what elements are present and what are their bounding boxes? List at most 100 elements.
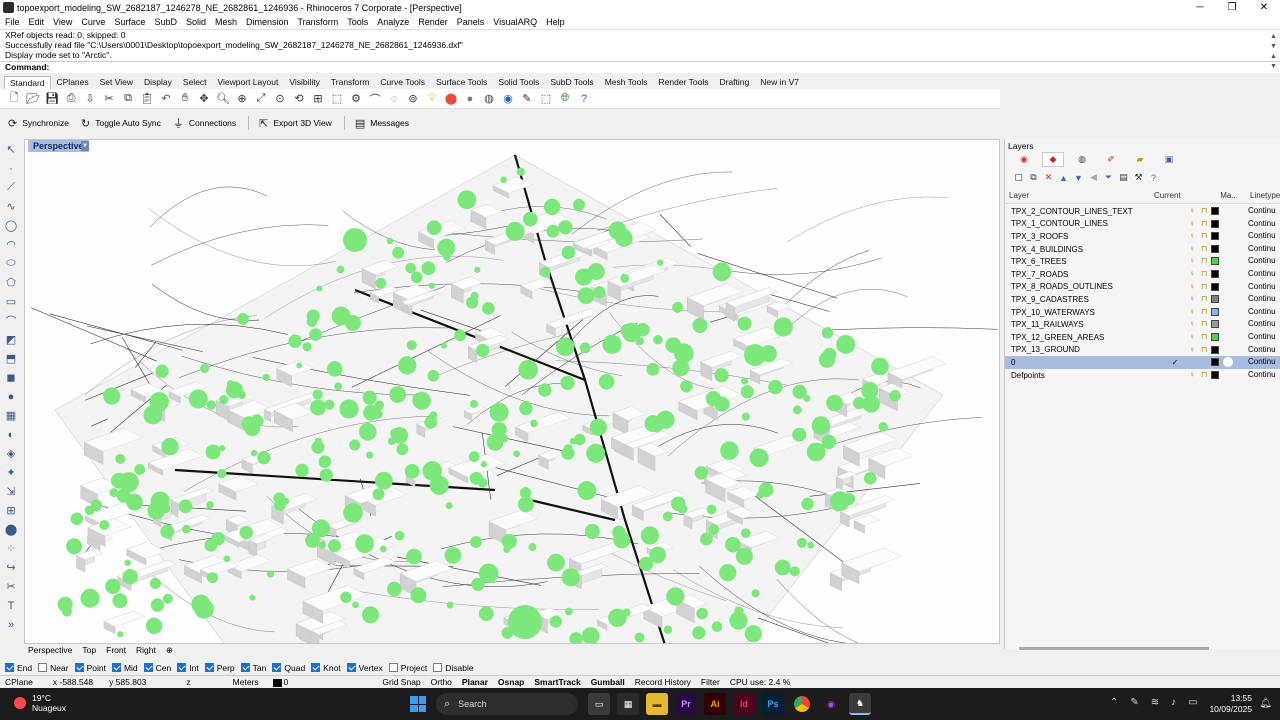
checkbox-icon[interactable] (74, 663, 84, 672)
select-arrow-icon[interactable]: ↖ (0, 140, 22, 159)
undo-view-icon[interactable]: ⟲ (291, 91, 307, 107)
checkbox-icon[interactable] (433, 663, 443, 672)
tab-visibility[interactable]: Visibility (284, 76, 325, 88)
lightbulb-icon[interactable]: ♀ (1189, 294, 1195, 303)
layer-row[interactable]: TPX_3_ROOFS ♀ ⊓ Continu (1005, 230, 1280, 243)
lightbulb-icon[interactable]: ♀ (1189, 307, 1195, 316)
tab-surface-tools[interactable]: Surface Tools (431, 76, 492, 88)
toggle-osnap[interactable]: Osnap (493, 677, 529, 687)
tab-perspective[interactable]: Perspective (28, 645, 72, 655)
move-up-icon[interactable]: ▲ (1058, 172, 1069, 183)
lightbulb-icon[interactable]: ♀ (1189, 244, 1195, 253)
lightbulb-icon[interactable]: ♀ (1189, 332, 1195, 341)
mesh-icon[interactable]: ▦ (0, 406, 22, 425)
layer-name[interactable]: TPX_2_CONTOUR_LINES_TEXT (1005, 207, 1165, 216)
save-icon[interactable]: 💾︎ (44, 91, 60, 107)
hide-objects-icon[interactable]: ⌒ (367, 91, 383, 107)
show-objects-icon[interactable]: ⊚ (405, 91, 421, 107)
lightbulb-icon[interactable]: ♀ (1189, 345, 1195, 354)
layers-tab-icon[interactable]: ◆ (1042, 152, 1064, 167)
box-icon[interactable]: ◼ (0, 368, 22, 387)
layer-name[interactable]: Defpoints (1005, 371, 1165, 380)
menu-file[interactable]: File (5, 17, 20, 27)
transform-icon[interactable]: ⇲ (0, 482, 22, 501)
new-layer-icon[interactable]: ▢ (1013, 172, 1024, 183)
photoshop-icon[interactable]: Ps (762, 693, 784, 715)
menu-solid[interactable]: Solid (186, 17, 206, 27)
maximize-button[interactable]: ❐ (1216, 0, 1248, 15)
layer-name[interactable]: 0 (1005, 358, 1165, 367)
layer-row[interactable]: TPX_6_TREES ♀ ⊓ Continu (1005, 255, 1280, 268)
color-wheel-icon[interactable]: ⬤ (443, 91, 459, 107)
file-explorer-icon[interactable]: ▬ (646, 693, 668, 715)
four-viewports-icon[interactable]: ⊞ (310, 91, 326, 107)
layers-horizontal-scrollbar[interactable] (1019, 647, 1209, 650)
osnap-int[interactable]: Int (177, 663, 199, 673)
arc-icon[interactable]: ◠ (0, 235, 22, 254)
open-file-icon[interactable]: 📂︎ (25, 91, 41, 107)
layer-linetype[interactable]: Continu (1248, 356, 1276, 369)
close-button[interactable]: ✕ (1248, 0, 1280, 15)
command-scrollbar[interactable]: ▲ ▼ ▲ ▼ (1270, 32, 1278, 72)
volume-icon[interactable]: ♪ (1171, 697, 1176, 708)
osnap-vertex[interactable]: Vertex (346, 663, 383, 673)
menu-surface[interactable]: Surface (114, 17, 145, 27)
material-sphere-icon[interactable]: ◉ (500, 91, 516, 107)
battery-icon[interactable]: ▭ (1188, 697, 1197, 708)
properties-tab-icon[interactable]: ◉ (1013, 152, 1035, 167)
layer-row[interactable]: Defpoints ♀ ⊓ Continu (1005, 369, 1280, 382)
dots-icon[interactable]: ⁘ (0, 539, 22, 558)
command-prompt[interactable]: Command: (0, 61, 1280, 72)
chevron-up-icon[interactable]: ⌃ (1110, 697, 1118, 708)
layer-linetype[interactable]: Continu (1248, 318, 1276, 331)
fillet-icon[interactable]: ⌒ (0, 311, 22, 330)
tab-new-in-v7[interactable]: New in V7 (755, 76, 804, 88)
checkbox-icon[interactable] (204, 663, 214, 672)
add-viewport-tab[interactable]: ⊕ (166, 645, 173, 656)
menu-panels[interactable]: Panels (457, 17, 485, 27)
rotate-view-icon[interactable]: ✥ (196, 91, 212, 107)
curve-icon[interactable]: ∿ (0, 197, 22, 216)
osnap-knot[interactable]: Knot (311, 663, 341, 673)
unlocked-icon[interactable]: ⊓ (1201, 345, 1207, 354)
layer-linetype[interactable]: Continu (1248, 331, 1276, 344)
checkbox-icon[interactable] (38, 663, 48, 672)
tab-drafting[interactable]: Drafting (714, 76, 754, 88)
city-model-scene[interactable] (25, 140, 1000, 644)
tab-select[interactable]: Select (178, 76, 212, 88)
pen-icon[interactable]: ✎ (1130, 697, 1138, 708)
layer-linetype[interactable]: Continu (1248, 293, 1276, 306)
app-icon-purple[interactable]: ◉ (820, 693, 842, 715)
help-icon[interactable]: ? (576, 91, 592, 107)
menu-visualarq[interactable]: VisualARQ (493, 17, 537, 27)
pan-icon[interactable]: ✋︎ (177, 91, 193, 107)
unlocked-icon[interactable]: ⊓ (1201, 319, 1207, 328)
menu-edit[interactable]: Edit (29, 17, 45, 27)
layer-linetype[interactable]: Continu (1248, 243, 1276, 256)
lightbulb-icon[interactable]: ♀ (1189, 370, 1195, 379)
toggle-gumball[interactable]: Gumball (586, 677, 630, 687)
premiere-icon[interactable]: Pr (675, 693, 697, 715)
help-tab-icon[interactable]: ▣ (1158, 152, 1180, 167)
layer-color-swatch[interactable] (1211, 320, 1219, 329)
tab-display[interactable]: Display (139, 76, 177, 88)
checkbox-icon[interactable] (143, 663, 153, 672)
filter-icon[interactable]: ⏷ (1103, 172, 1114, 183)
clock[interactable]: 13:55 10/09/2025 (1209, 693, 1252, 715)
lightbulb-icon[interactable]: ♀ (1189, 231, 1195, 240)
layer-row[interactable]: TPX_7_ROADS ♀ ⊓ Continu (1005, 268, 1280, 281)
checkbox-icon[interactable] (272, 663, 282, 672)
osnap-point[interactable]: Point (74, 663, 106, 673)
osnap-disable[interactable]: Disable (433, 663, 474, 673)
layer-row[interactable]: TPX_12_GREEN_AREAS ♀ ⊓ Continu (1005, 331, 1280, 344)
layer-name[interactable]: TPX_7_ROADS (1005, 270, 1165, 279)
checkbox-icon[interactable] (5, 663, 14, 672)
render-icon[interactable]: ◈ (0, 444, 22, 463)
hook-icon[interactable]: ↪ (0, 558, 22, 577)
layer-name[interactable]: TPX_4_BUILDINGS (1005, 245, 1165, 254)
layer-color-swatch[interactable] (1211, 244, 1219, 253)
lightbulb-icon[interactable]: ♀ (1189, 219, 1195, 228)
layer-color-swatch[interactable] (1211, 282, 1219, 291)
unlocked-icon[interactable]: ⊓ (1201, 219, 1207, 228)
zoom-window-icon[interactable]: ⊕ (234, 91, 250, 107)
